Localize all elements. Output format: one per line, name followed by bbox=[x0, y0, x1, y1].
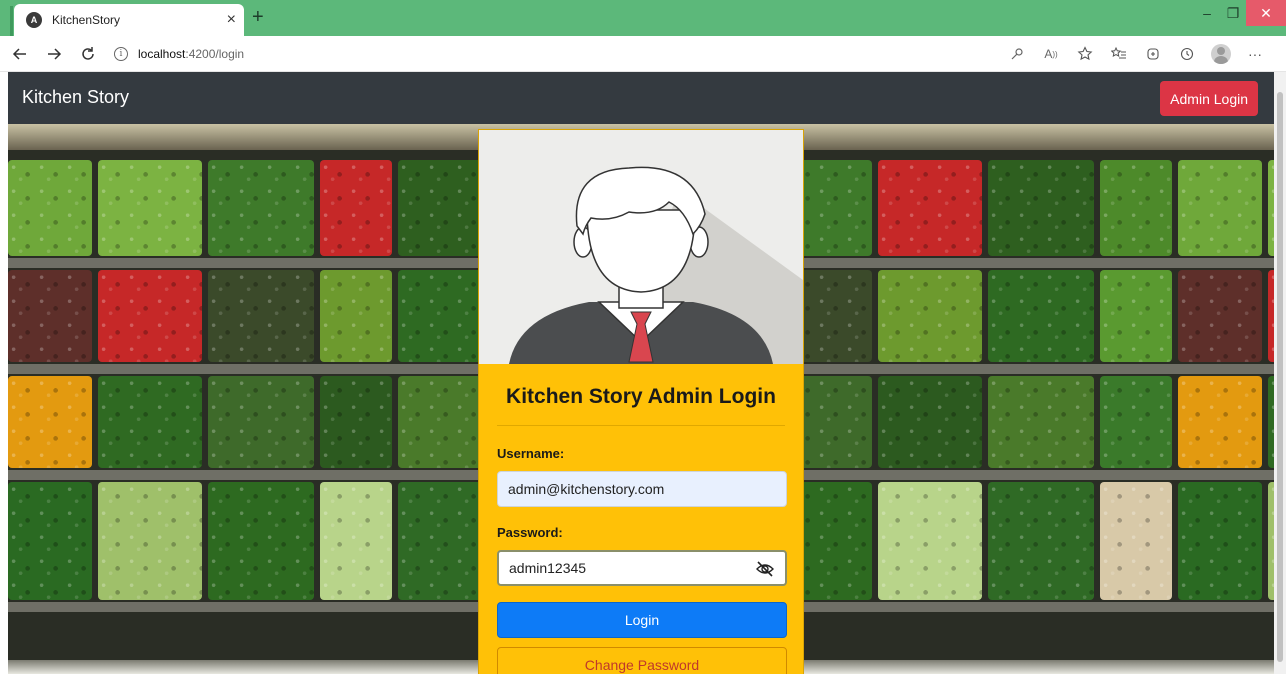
produce-bin bbox=[8, 376, 92, 468]
navbar-brand[interactable]: Kitchen Story bbox=[22, 87, 129, 108]
produce-bin bbox=[398, 376, 482, 468]
produce-bin bbox=[98, 270, 202, 362]
user-avatar-icon bbox=[479, 130, 803, 364]
browser-toolbar: A)) ··· bbox=[1000, 42, 1272, 66]
more-options-icon[interactable]: ··· bbox=[1238, 42, 1272, 66]
produce-bin bbox=[878, 270, 982, 362]
produce-bin bbox=[1178, 270, 1262, 362]
eye-slash-icon[interactable] bbox=[755, 560, 775, 578]
new-tab-plus-icon[interactable]: + bbox=[252, 6, 264, 28]
favorites-list-icon[interactable] bbox=[1102, 42, 1136, 66]
produce-bin bbox=[878, 160, 982, 256]
username-input[interactable]: admin@kitchenstory.com bbox=[497, 471, 787, 507]
admin-login-button[interactable]: Admin Login bbox=[1160, 81, 1258, 116]
produce-bin bbox=[1100, 160, 1172, 256]
window-frame-edge bbox=[10, 6, 13, 36]
change-password-button[interactable]: Change Password bbox=[497, 647, 787, 674]
url-host: localhost bbox=[138, 46, 186, 61]
browser-tab-active[interactable]: A KitchenStory × bbox=[14, 4, 244, 36]
produce-bin bbox=[320, 376, 392, 468]
produce-bin bbox=[320, 160, 392, 256]
scrollbar-thumb[interactable] bbox=[1277, 92, 1283, 662]
produce-bin bbox=[8, 482, 92, 600]
back-arrow-icon[interactable] bbox=[6, 40, 34, 68]
produce-bin bbox=[320, 482, 392, 600]
key-icon[interactable] bbox=[1000, 42, 1034, 66]
top-navbar: Kitchen Story Admin Login bbox=[8, 72, 1274, 124]
username-label: Username: bbox=[497, 446, 565, 461]
produce-bin bbox=[208, 270, 314, 362]
produce-bin bbox=[208, 160, 314, 256]
reload-icon[interactable] bbox=[74, 40, 102, 68]
admin-login-card: Kitchen Story Admin Login Username: admi… bbox=[478, 129, 804, 674]
info-icon[interactable]: i bbox=[114, 46, 128, 61]
produce-bin bbox=[398, 160, 482, 256]
produce-bin bbox=[320, 270, 392, 362]
restore-icon[interactable]: ❐ bbox=[1220, 0, 1246, 26]
window-close-icon[interactable]: ✕ bbox=[1246, 0, 1286, 26]
produce-bin bbox=[988, 160, 1094, 256]
browser-tab-strip: A KitchenStory × + – ❐ ✕ bbox=[0, 0, 1286, 36]
produce-bin bbox=[1100, 270, 1172, 362]
profile-avatar-icon[interactable] bbox=[1204, 42, 1238, 66]
produce-bin bbox=[8, 160, 92, 256]
page-scrollbar[interactable] bbox=[1274, 72, 1286, 674]
avatar bbox=[1211, 44, 1231, 64]
produce-bin bbox=[1100, 482, 1172, 600]
produce-bin bbox=[878, 376, 982, 468]
produce-bin bbox=[98, 160, 202, 256]
produce-bin bbox=[98, 376, 202, 468]
password-label: Password: bbox=[497, 525, 563, 540]
forward-arrow-icon[interactable] bbox=[40, 40, 68, 68]
browser-address-bar: i localhost:4200/login A)) ··· bbox=[0, 36, 1286, 72]
produce-bin bbox=[988, 482, 1094, 600]
read-aloud-icon[interactable]: A)) bbox=[1034, 42, 1068, 66]
angular-favicon-icon: A bbox=[26, 12, 42, 28]
login-card-title: Kitchen Story Admin Login bbox=[506, 385, 776, 408]
produce-bin bbox=[1178, 376, 1262, 468]
produce-bin bbox=[8, 270, 92, 362]
collections-icon[interactable] bbox=[1136, 42, 1170, 66]
minimize-icon[interactable]: – bbox=[1194, 0, 1220, 26]
produce-bin bbox=[988, 376, 1094, 468]
password-input[interactable]: admin12345 bbox=[497, 550, 787, 586]
page-viewport: Kitchen Story Admin Login Kitchen Story … bbox=[8, 72, 1274, 674]
title-divider bbox=[497, 425, 785, 426]
produce-bin bbox=[1100, 376, 1172, 468]
produce-bin bbox=[208, 376, 314, 468]
history-icon[interactable] bbox=[1170, 42, 1204, 66]
produce-bin bbox=[398, 270, 482, 362]
url-path: :4200/login bbox=[185, 46, 245, 61]
tab-title: KitchenStory bbox=[52, 13, 121, 27]
produce-bin bbox=[1178, 160, 1262, 256]
login-button[interactable]: Login bbox=[497, 602, 787, 638]
produce-bin bbox=[398, 482, 482, 600]
window-controls: – ❐ ✕ bbox=[1194, 0, 1286, 26]
favorite-star-icon[interactable] bbox=[1068, 42, 1102, 66]
produce-bin bbox=[208, 482, 314, 600]
user-avatar-illustration bbox=[479, 130, 803, 364]
url-field[interactable]: i localhost:4200/login bbox=[114, 40, 914, 68]
tab-close-icon[interactable]: × bbox=[227, 12, 236, 28]
produce-bin bbox=[878, 482, 982, 600]
password-value: admin12345 bbox=[509, 560, 587, 576]
produce-bin bbox=[1178, 482, 1262, 600]
produce-bin bbox=[988, 270, 1094, 362]
url-text: localhost:4200/login bbox=[138, 47, 244, 61]
produce-bin bbox=[98, 482, 202, 600]
